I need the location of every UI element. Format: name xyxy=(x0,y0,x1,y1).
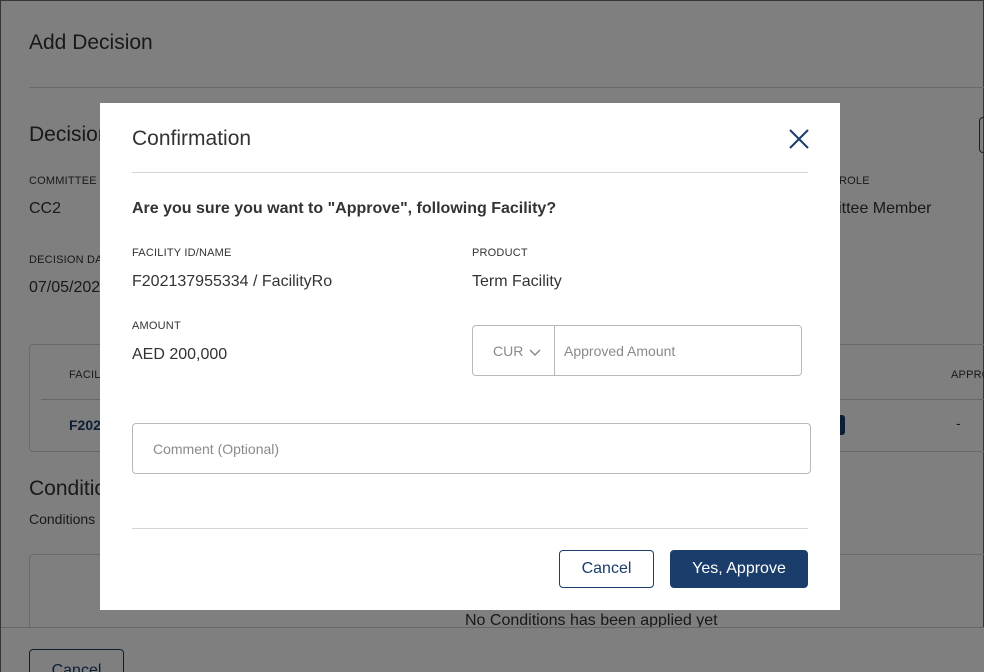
facility-label: FACILITY ID/NAME xyxy=(132,247,232,259)
product-value: Term Facility xyxy=(472,273,562,290)
approved-amount-input[interactable] xyxy=(556,326,801,375)
currency-select[interactable]: CUR xyxy=(473,326,555,375)
close-icon[interactable] xyxy=(785,125,813,153)
amount-label: AMOUNT xyxy=(132,320,181,332)
comment-input[interactable] xyxy=(132,423,811,474)
approved-amount-group: CUR xyxy=(472,325,802,376)
chevron-down-icon xyxy=(529,345,541,357)
facility-value: F202137955334 / FacilityRo xyxy=(132,273,333,290)
product-label: PRODUCT xyxy=(472,247,528,259)
approve-button[interactable]: Yes, Approve xyxy=(670,550,808,588)
confirmation-modal: Confirmation Are you sure you want to "A… xyxy=(100,103,840,610)
modal-question: Are you sure you want to "Approve", foll… xyxy=(132,200,557,217)
modal-footer-divider xyxy=(132,528,808,529)
currency-select-value: CUR xyxy=(493,343,524,359)
modal-header-divider xyxy=(132,172,808,173)
amount-value: AED 200,000 xyxy=(132,346,228,363)
modal-title: Confirmation xyxy=(132,127,252,150)
cancel-button[interactable]: Cancel xyxy=(559,550,654,588)
